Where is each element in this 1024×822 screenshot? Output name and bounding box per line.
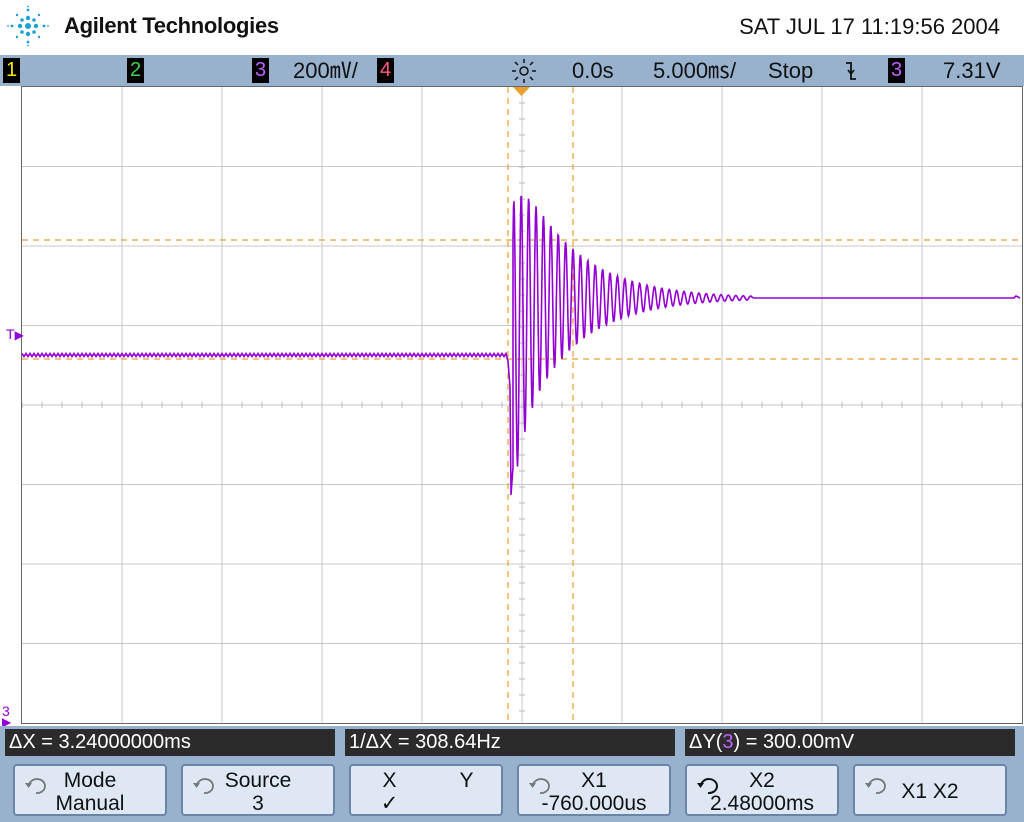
delta-y-prefix: ΔY(: [689, 731, 723, 753]
x1-x2-softkey[interactable]: X1 X2: [853, 764, 1007, 816]
status-bar: 1 2 3 200㎷/ 4 0.0s 5.000㎳/ Stop 3 7.31V: [0, 55, 1024, 86]
x2-softkey[interactable]: X2 2.48000ms: [685, 764, 839, 816]
source-softkey[interactable]: Source 3: [181, 764, 335, 816]
delta-x-readout: ΔX = 3.24000000ms: [5, 729, 335, 756]
y-cursor-option: Y: [459, 769, 474, 792]
x-cursor-option: X: [382, 769, 397, 792]
x1-x2-label: X1 X2: [901, 780, 959, 803]
trigger-level[interactable]: 7.31V: [943, 58, 1001, 83]
channel-3-indicator[interactable]: 3: [252, 58, 269, 83]
trigger-level-marker: T▶: [6, 326, 24, 342]
brand-name: Agilent Technologies: [64, 13, 279, 38]
channel-3-waveform: [22, 195, 1021, 496]
x1-value: -760.000us: [541, 792, 647, 815]
mode-softkey[interactable]: Mode Manual: [13, 764, 167, 816]
agilent-spark-icon: [7, 5, 49, 47]
channel-2-indicator[interactable]: 2: [127, 58, 144, 83]
channel-4-indicator[interactable]: 4: [377, 58, 394, 83]
trigger-position-marker: [513, 87, 530, 96]
x2-label: X2: [749, 769, 775, 792]
channel-3-scale[interactable]: 200㎷/: [293, 58, 358, 83]
channel-1-indicator[interactable]: 1: [3, 58, 20, 83]
header: Agilent Technologies SAT JUL 17 11:19:56…: [0, 0, 1024, 52]
source-value: 3: [252, 792, 264, 815]
x-y-softkey[interactable]: X Y ✓: [349, 764, 503, 816]
x1-softkey[interactable]: X1 -760.000us: [517, 764, 671, 816]
date-time: SAT JUL 17 11:19:56 2004: [739, 14, 1000, 39]
x-selected-check-icon: ✓: [380, 792, 399, 815]
source-label: Source: [224, 769, 292, 792]
inverse-delta-x-readout: 1/ΔX = 308.64Hz: [345, 729, 675, 756]
horizontal-delay[interactable]: 0.0s: [572, 58, 614, 83]
graticule-grid: [22, 87, 1022, 723]
x2-value: 2.48000ms: [710, 792, 814, 815]
run-state[interactable]: Stop: [768, 58, 813, 83]
trigger-source[interactable]: 3: [888, 58, 905, 83]
trigger-position-icon: [512, 59, 536, 83]
delta-y-value: ) = 300.00mV: [733, 731, 855, 753]
mode-value: Manual: [55, 792, 125, 815]
waveform-display[interactable]: [21, 86, 1023, 724]
delta-y-channel: 3: [722, 731, 734, 753]
timebase[interactable]: 5.000㎳/: [653, 58, 736, 83]
delta-y-readout: ΔY(3) = 300.00mV: [685, 729, 1015, 756]
mode-label: Mode: [63, 769, 117, 792]
softkey-bar: Mode Manual Source 3 X Y ✓ X1 -760.000us…: [0, 758, 1024, 822]
measurement-readouts: ΔX = 3.24000000ms 1/ΔX = 308.64Hz ΔY(3) …: [0, 726, 1024, 758]
falling-edge-icon: [846, 62, 856, 80]
x1-label: X1: [581, 769, 607, 792]
